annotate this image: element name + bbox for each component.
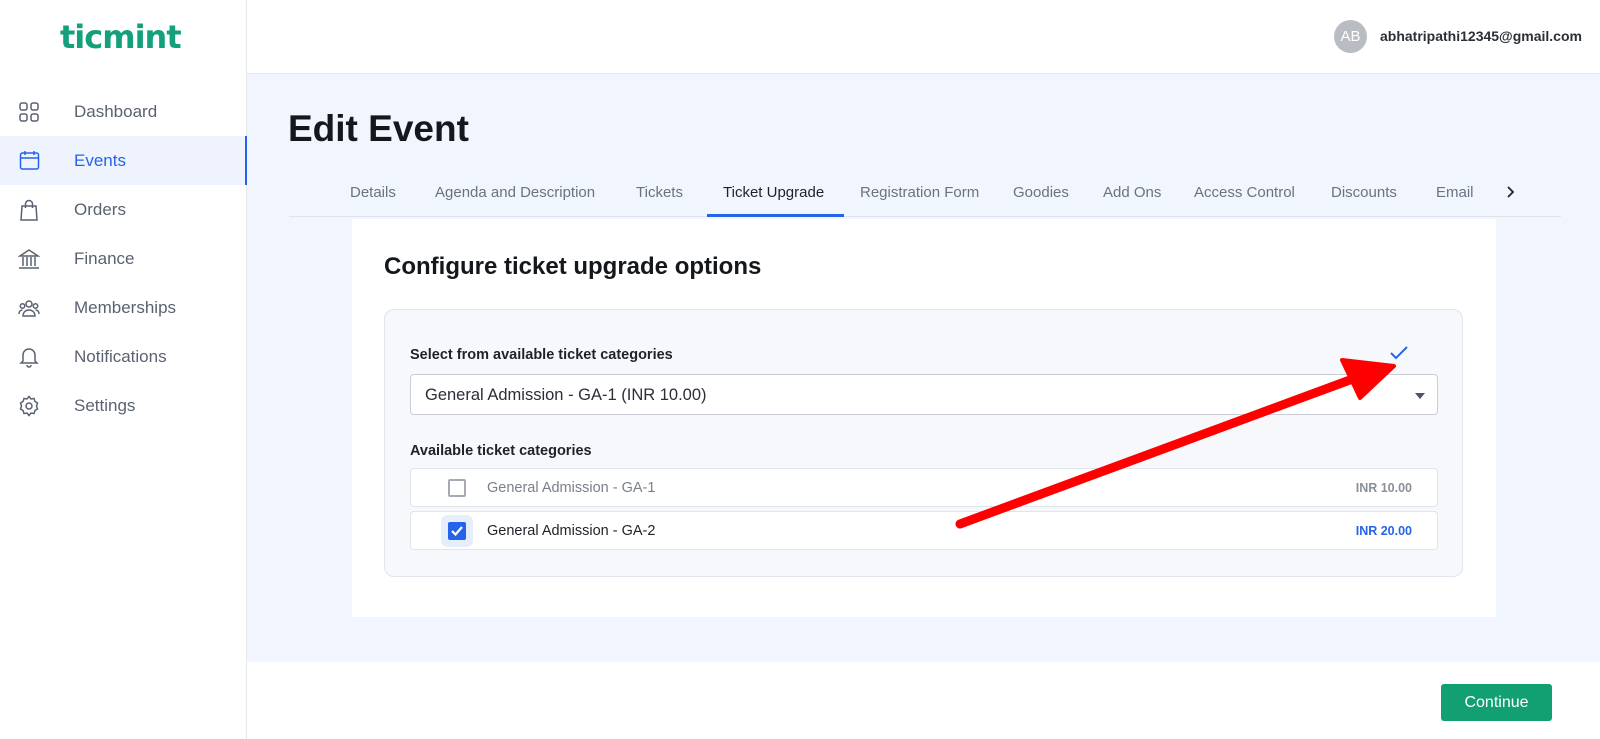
bell-icon <box>18 346 40 368</box>
sidebar-item-settings[interactable]: Settings <box>0 381 247 430</box>
ticmint-logo[interactable]: ticmint <box>60 18 182 56</box>
tab-details[interactable]: Details <box>350 184 396 201</box>
tab-discounts[interactable]: Discounts <box>1331 184 1397 201</box>
sidebar-item-dashboard[interactable]: Dashboard <box>0 87 247 136</box>
sidebar-item-label: Events <box>74 150 126 170</box>
category-checkbox[interactable] <box>448 522 466 540</box>
category-price: INR 10.00 <box>1355 481 1412 495</box>
calendar-icon <box>18 150 40 172</box>
sidebar-item-label: Orders <box>74 199 126 219</box>
sidebar-item-events[interactable]: Events <box>0 136 248 185</box>
active-tab-indicator <box>707 214 844 217</box>
ticket-category-select[interactable]: General Admission - GA-1 (INR 10.00) <box>410 374 1438 415</box>
tab-access-control[interactable]: Access Control <box>1194 184 1295 201</box>
gear-icon <box>18 394 40 417</box>
sidebar-item-label: Notifications <box>74 346 167 366</box>
sidebar-item-finance[interactable]: Finance <box>0 234 247 283</box>
tab-agenda-and-description[interactable]: Agenda and Description <box>435 184 595 201</box>
caret-down-icon <box>1415 393 1425 399</box>
category-checkbox[interactable] <box>448 479 466 497</box>
avatar[interactable]: AB <box>1334 20 1367 53</box>
category-name: General Admission - GA-2 <box>487 523 656 539</box>
select-value: General Admission - GA-1 (INR 10.00) <box>425 386 707 404</box>
tab-registration-form[interactable]: Registration Form <box>860 184 979 201</box>
chevron-right-icon[interactable] <box>1506 185 1516 203</box>
sidebar-item-memberships[interactable]: Memberships <box>0 283 247 332</box>
grid-icon <box>18 101 40 123</box>
continue-button[interactable]: Continue <box>1441 684 1552 721</box>
select-label: Select from available ticket categories <box>410 347 673 363</box>
list-item[interactable]: General Admission - GA-2 INR 20.00 <box>410 511 1438 550</box>
page-title: Edit Event <box>288 108 469 149</box>
main-content: Edit Event Details Agenda and Descriptio… <box>247 74 1600 662</box>
top-bar: AB abhatripathi12345@gmail.com <box>247 0 1600 74</box>
tab-tickets[interactable]: Tickets <box>636 184 683 201</box>
category-list: General Admission - GA-1 INR 10.00 Gener… <box>410 468 1438 554</box>
category-price: INR 20.00 <box>1355 524 1412 538</box>
sidebar-nav: Dashboard Events Orders Finance Membersh… <box>0 87 248 430</box>
ticket-upgrade-panel: Configure ticket upgrade options Select … <box>352 219 1496 617</box>
check-icon <box>1389 345 1409 366</box>
category-name: General Admission - GA-1 <box>487 480 656 496</box>
tab-ticket-upgrade[interactable]: Ticket Upgrade <box>723 184 824 201</box>
sidebar-item-label: Dashboard <box>74 101 158 121</box>
upgrade-options-card: Select from available ticket categories … <box>384 309 1463 577</box>
shopping-bag-icon <box>18 199 40 221</box>
sidebar-item-label: Finance <box>74 248 135 268</box>
user-email[interactable]: abhatripathi12345@gmail.com <box>1380 28 1582 44</box>
section-heading: Configure ticket upgrade options <box>384 253 762 280</box>
tab-bar: Details Agenda and Description Tickets T… <box>289 174 1561 217</box>
sidebar: ticmint Dashboard Events Orders Finance <box>0 0 248 739</box>
sidebar-item-orders[interactable]: Orders <box>0 185 247 234</box>
users-icon <box>18 297 40 319</box>
tab-add-ons[interactable]: Add Ons <box>1103 184 1161 201</box>
tab-email[interactable]: Email <box>1436 184 1474 201</box>
bank-icon <box>18 248 40 270</box>
sidebar-item-label: Settings <box>74 395 136 415</box>
sidebar-item-label: Memberships <box>74 297 177 317</box>
list-item[interactable]: General Admission - GA-1 INR 10.00 <box>410 468 1438 507</box>
available-categories-label: Available ticket categories <box>410 443 592 459</box>
sidebar-item-notifications[interactable]: Notifications <box>0 332 247 381</box>
tab-goodies[interactable]: Goodies <box>1013 184 1069 201</box>
